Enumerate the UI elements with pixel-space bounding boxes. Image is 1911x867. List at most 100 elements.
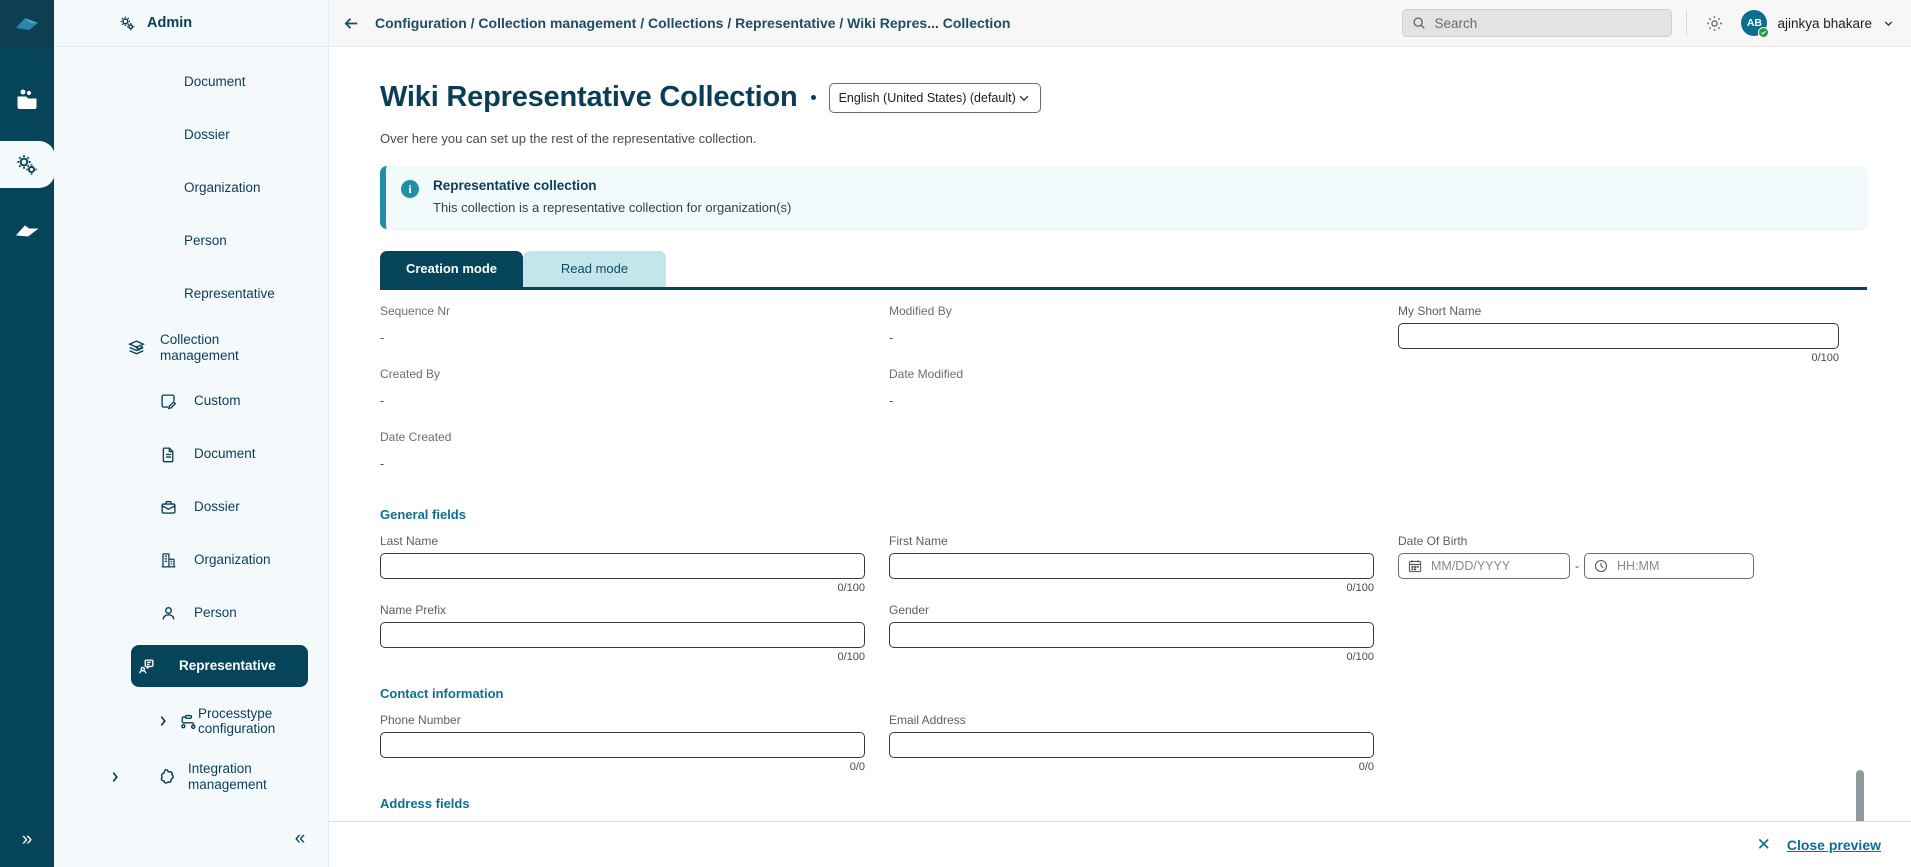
chevron-down-icon[interactable] <box>1882 17 1895 30</box>
metadata-grid: Sequence Nr - Created By - Date Created <box>380 304 1867 493</box>
rail-item-workspaces[interactable] <box>0 75 54 122</box>
close-preview-link[interactable]: Close preview <box>1787 837 1881 853</box>
sidebar-item-label: Processtype configuration <box>198 705 276 737</box>
metadata-field: Sequence Nr - <box>380 304 865 345</box>
sidebar-item-custom[interactable]: Custom <box>76 380 306 422</box>
sidebar-item-organization[interactable]: Organization <box>76 539 306 581</box>
last-name-input[interactable] <box>380 553 865 579</box>
page-title-row: Wiki Representative Collection English (… <box>380 81 1911 114</box>
rail-item-list <box>0 75 55 254</box>
content-area: Wiki Representative Collection English (… <box>329 47 1911 867</box>
user-menu[interactable]: AB ajinkya bhakare <box>1741 10 1895 38</box>
main-region: Configuration / Collection management / … <box>329 0 1911 867</box>
nav-header: Admin <box>54 0 328 47</box>
page-subtitle: Over here you can set up the rest of the… <box>380 131 757 146</box>
sidebar-group-integration-management[interactable]: Integration management <box>76 755 306 798</box>
date-of-birth-row: MM/DD/YYYY - HH:MM <box>1398 553 1839 579</box>
email-address-input[interactable] <box>889 732 1374 758</box>
layers-icon <box>128 339 145 356</box>
metadata-label: Date Modified <box>889 367 964 381</box>
arrow-left-icon[interactable] <box>337 9 365 37</box>
folder-people-icon <box>15 88 39 110</box>
chevron-right-icon[interactable] <box>156 714 170 728</box>
form-scrollbar[interactable] <box>1856 290 1864 867</box>
rail-item-admin[interactable] <box>0 141 55 188</box>
sidebar-item-dossier[interactable]: Dossier <box>76 486 306 528</box>
char-counter: 0/100 <box>1346 651 1374 663</box>
general-fields-section: General fields Last Name 0/100 Name Pref… <box>380 493 1867 672</box>
close-icon[interactable]: ✕ <box>1757 836 1771 853</box>
language-value: English (United States) (default) <box>838 90 1016 105</box>
sidebar-item-representative[interactable]: Representative <box>131 645 308 688</box>
first-name-field: First Name 0/100 <box>889 534 1374 594</box>
short-name-input[interactable] <box>1398 323 1839 349</box>
sidebar-item-organization-top[interactable]: Organization <box>76 167 306 209</box>
metadata-label: Date Created <box>380 430 452 444</box>
section-title-general: General fields <box>380 507 466 522</box>
metadata-field: Date Modified - <box>889 367 1374 408</box>
tab-creation-mode[interactable]: Creation mode <box>380 251 523 287</box>
section-title-address: Address fields <box>380 796 470 811</box>
metadata-field: Modified By - <box>889 304 1374 345</box>
sidebar-group-collection-management[interactable]: Collection management <box>76 326 306 369</box>
form-panel: Sequence Nr - Created By - Date Created <box>380 287 1867 867</box>
search-input[interactable]: Search <box>1402 9 1673 37</box>
sidebar-item-document-top[interactable]: Document <box>76 61 306 103</box>
representative-icon <box>138 658 155 675</box>
expand-rail-button[interactable]: » <box>0 821 54 857</box>
sidebar-item-label: Document <box>184 74 246 90</box>
language-select[interactable]: English (United States) (default) <box>828 82 1041 113</box>
chevron-down-icon <box>1017 91 1031 105</box>
sidebar-group-processtype-configuration[interactable]: P Processtype configuration <box>76 698 306 744</box>
person-icon <box>160 605 177 622</box>
status-badge <box>1758 27 1770 38</box>
char-counter: 0/0 <box>1358 761 1374 773</box>
field-label: Email Address <box>889 713 966 727</box>
general-col-left: General fields Last Name 0/100 Name Pref… <box>380 493 889 672</box>
contact-information-section: Contact information Phone Number 0/0 Ema… <box>380 672 1867 782</box>
rail-item-tools[interactable] <box>0 207 54 254</box>
sidebar-item-person[interactable]: Person <box>76 592 306 634</box>
chevron-right-icon[interactable] <box>108 770 122 784</box>
metadata-value: - <box>380 457 385 471</box>
phone-number-input[interactable] <box>380 732 865 758</box>
metadata-label: Sequence Nr <box>380 304 451 318</box>
metadata-value: - <box>380 394 385 408</box>
general-col-middle: First Name 0/100 Gender 0/100 <box>889 493 1398 672</box>
date-of-birth-time-input[interactable]: HH:MM <box>1584 553 1754 579</box>
name-prefix-input[interactable] <box>380 622 865 648</box>
brand-logo-icon[interactable] <box>0 0 54 47</box>
sidebar-item-person-top[interactable]: Person <box>76 220 306 262</box>
contact-col-right <box>1398 672 1867 782</box>
date-placeholder: MM/DD/YYYY <box>1431 559 1511 573</box>
metadata-column-middle: Modified By - Date Modified - <box>889 304 1398 493</box>
general-col-right: Date Of Birth MM/DD/YYYY - HH:MM <box>1398 493 1867 672</box>
gears-icon <box>15 153 39 177</box>
briefcase-icon <box>160 499 177 516</box>
sidebar-item-document[interactable]: Document <box>76 433 306 475</box>
field-label: First Name <box>889 534 948 548</box>
char-counter: 0/100 <box>837 651 865 663</box>
collapse-nav-button[interactable]: « <box>282 821 318 857</box>
sidebar-item-representative-top[interactable]: Representative <box>76 273 306 315</box>
content-inner: Wiki Representative Collection English (… <box>380 47 1911 867</box>
char-counter: 0/100 <box>1811 352 1839 364</box>
tab-read-mode[interactable]: Read mode <box>523 251 666 287</box>
sidebar-item-label: Person <box>184 233 227 249</box>
contact-col-middle: Email Address 0/0 <box>889 672 1398 782</box>
date-of-birth-date-input[interactable]: MM/DD/YYYY <box>1398 553 1570 579</box>
title-dot-separator <box>810 95 816 100</box>
form-scroll-region: Sequence Nr - Created By - Date Created <box>380 290 1867 867</box>
first-name-input[interactable] <box>889 553 1374 579</box>
last-name-field: Last Name 0/100 <box>380 534 865 594</box>
field-label: Name Prefix <box>380 603 447 617</box>
breadcrumb[interactable]: Configuration / Collection management / … <box>375 15 1010 31</box>
short-name-field: My Short Name 0/100 <box>1398 304 1839 364</box>
avatar: AB <box>1741 10 1770 38</box>
metadata-column-right: My Short Name 0/100 <box>1398 304 1867 493</box>
building-icon <box>160 552 177 569</box>
gender-input[interactable] <box>889 622 1374 648</box>
sidebar-item-dossier-top[interactable]: Dossier <box>76 114 306 156</box>
gear-icon[interactable] <box>1701 10 1727 36</box>
nav-item-list: Document Dossier Organization Person Rep… <box>54 47 328 867</box>
